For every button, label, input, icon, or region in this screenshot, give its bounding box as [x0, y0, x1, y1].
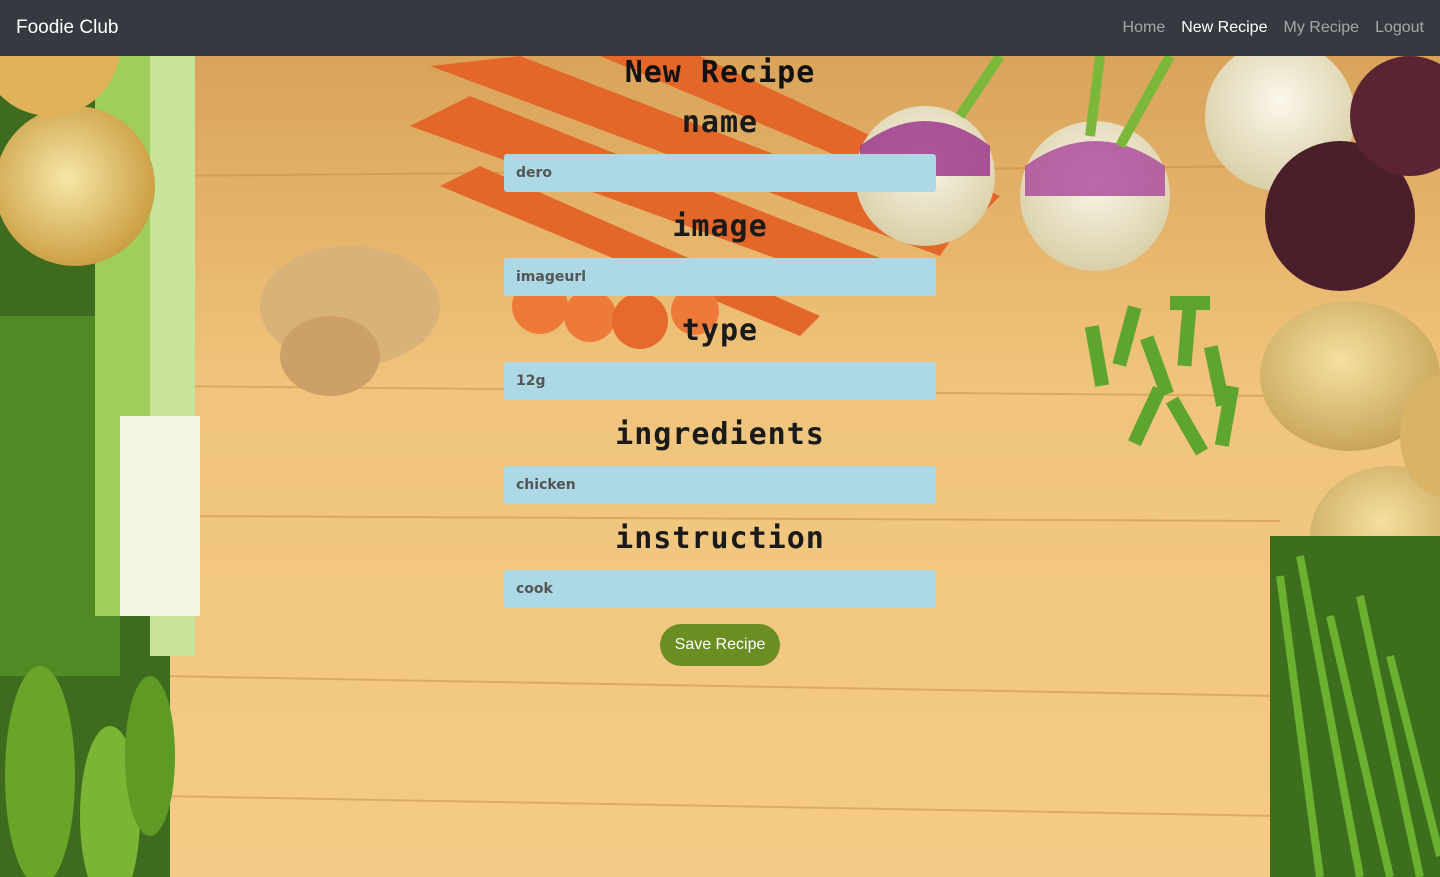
name-input[interactable] [504, 154, 936, 192]
navbar: Foodie Club Home New Recipe My Recipe Lo… [0, 0, 1440, 56]
type-label: type [681, 313, 759, 348]
nav-link-new-recipe[interactable]: New Recipe [1181, 19, 1267, 37]
type-input[interactable] [504, 362, 936, 400]
nav-link-logout[interactable]: Logout [1375, 19, 1424, 37]
nav-link-my-recipe[interactable]: My Recipe [1283, 19, 1359, 37]
brand-logo[interactable]: Foodie Club [16, 17, 118, 39]
ingredients-label: ingredients [615, 417, 825, 452]
new-recipe-form: New Recipe name image type ingredients i… [504, 56, 936, 666]
page-title: New Recipe [624, 55, 816, 90]
name-label: name [681, 105, 759, 140]
instruction-input[interactable] [504, 570, 936, 608]
image-input[interactable] [504, 258, 936, 296]
ingredients-input[interactable] [504, 466, 936, 504]
instruction-label: instruction [615, 521, 825, 556]
image-label: image [672, 209, 768, 244]
nav-link-home[interactable]: Home [1123, 19, 1166, 37]
nav-links: Home New Recipe My Recipe Logout [1107, 19, 1424, 37]
save-recipe-button[interactable]: Save Recipe [659, 624, 781, 666]
